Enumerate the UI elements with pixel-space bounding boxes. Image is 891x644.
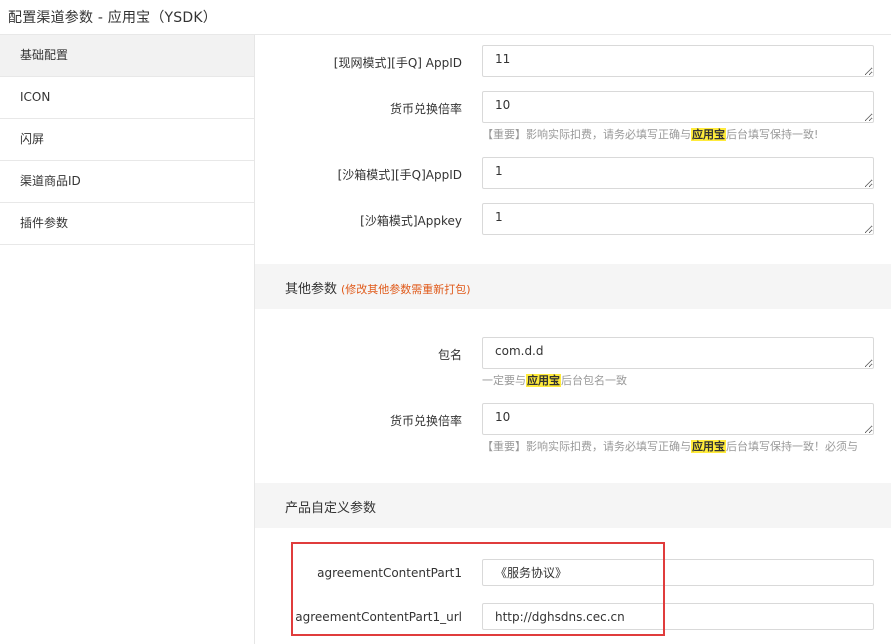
form-row-appkey-sandbox: [沙箱模式]Appkey 1 bbox=[255, 203, 891, 237]
sidebar-item-channel-product-id[interactable]: 渠道商品ID bbox=[0, 161, 254, 203]
form-row-package-name: 包名 com.d.d 一定要与应用宝后台包名一致 bbox=[255, 337, 891, 389]
section-title: 其他参数 (修改其他参数需重新打包) bbox=[285, 282, 471, 297]
window-titlebar: 配置渠道参数 - 应用宝（YSDK） bbox=[0, 0, 891, 35]
field-label: 货币兑换倍率 bbox=[389, 102, 462, 116]
section-title: 产品自定义参数 bbox=[285, 501, 377, 516]
sidebar-item-plugin-params[interactable]: 插件参数 bbox=[0, 203, 254, 245]
form-row-currency-rate: 货币兑换倍率 10 【重要】影响实际扣费，请务必填写正确与应用宝后台填写保持一致… bbox=[255, 91, 891, 143]
form-row-agreement-url: agreementContentPart1_url bbox=[255, 603, 891, 630]
config-form: [现网模式][手Q] AppID 11 货币兑换倍率 10 【重要】影响实际扣费… bbox=[255, 35, 891, 644]
field-label: [现网模式][手Q] AppID bbox=[333, 56, 462, 70]
package-name-field[interactable]: com.d.d bbox=[482, 337, 874, 369]
form-row-currency-rate-2: 货币兑换倍率 10 【重要】影响实际扣费，请务必填写正确与应用宝后台填写保持一致… bbox=[255, 403, 891, 455]
sidebar-item-basic-config[interactable]: 基础配置 bbox=[0, 35, 254, 77]
section-note: (修改其他参数需重新打包) bbox=[341, 283, 471, 296]
appkey-sandbox-field[interactable]: 1 bbox=[482, 203, 874, 235]
currency-rate-field[interactable]: 10 bbox=[482, 91, 874, 123]
agreement-field[interactable] bbox=[482, 559, 874, 586]
sidebar-item-splash[interactable]: 闪屏 bbox=[0, 119, 254, 161]
appid-sandbox-field[interactable]: 1 bbox=[482, 157, 874, 189]
form-row-appid-sandbox: [沙箱模式][手Q]AppID 1 bbox=[255, 157, 891, 191]
window-title: 配置渠道参数 - 应用宝（YSDK） bbox=[8, 10, 217, 26]
field-label: agreementContentPart1_url bbox=[295, 610, 462, 624]
section-header-product: 产品自定义参数 bbox=[255, 483, 891, 528]
sidebar: 基础配置 ICON 闪屏 渠道商品ID 插件参数 bbox=[0, 35, 255, 644]
sidebar-item-icon[interactable]: ICON bbox=[0, 77, 254, 119]
appid-live-field[interactable]: 11 bbox=[482, 45, 874, 77]
form-row-agreement: agreementContentPart1 bbox=[255, 559, 891, 586]
agreement-url-field[interactable] bbox=[482, 603, 874, 630]
field-label: agreementContentPart1 bbox=[317, 566, 462, 580]
currency-rate-2-field[interactable]: 10 bbox=[482, 403, 874, 435]
section-header-other: 其他参数 (修改其他参数需重新打包) bbox=[255, 264, 891, 309]
field-label: 包名 bbox=[437, 348, 462, 362]
field-label: 货币兑换倍率 bbox=[389, 414, 462, 428]
form-row-appid-live: [现网模式][手Q] AppID 11 bbox=[255, 45, 891, 79]
field-hint: 【重要】影响实际扣费，请务必填写正确与应用宝后台填写保持一致！必须与 bbox=[482, 440, 858, 453]
field-label: [沙箱模式]Appkey bbox=[360, 214, 462, 228]
field-hint: 【重要】影响实际扣费，请务必填写正确与应用宝后台填写保持一致! bbox=[482, 128, 819, 141]
field-label: [沙箱模式][手Q]AppID bbox=[337, 168, 462, 182]
field-hint: 一定要与应用宝后台包名一致 bbox=[482, 374, 627, 387]
